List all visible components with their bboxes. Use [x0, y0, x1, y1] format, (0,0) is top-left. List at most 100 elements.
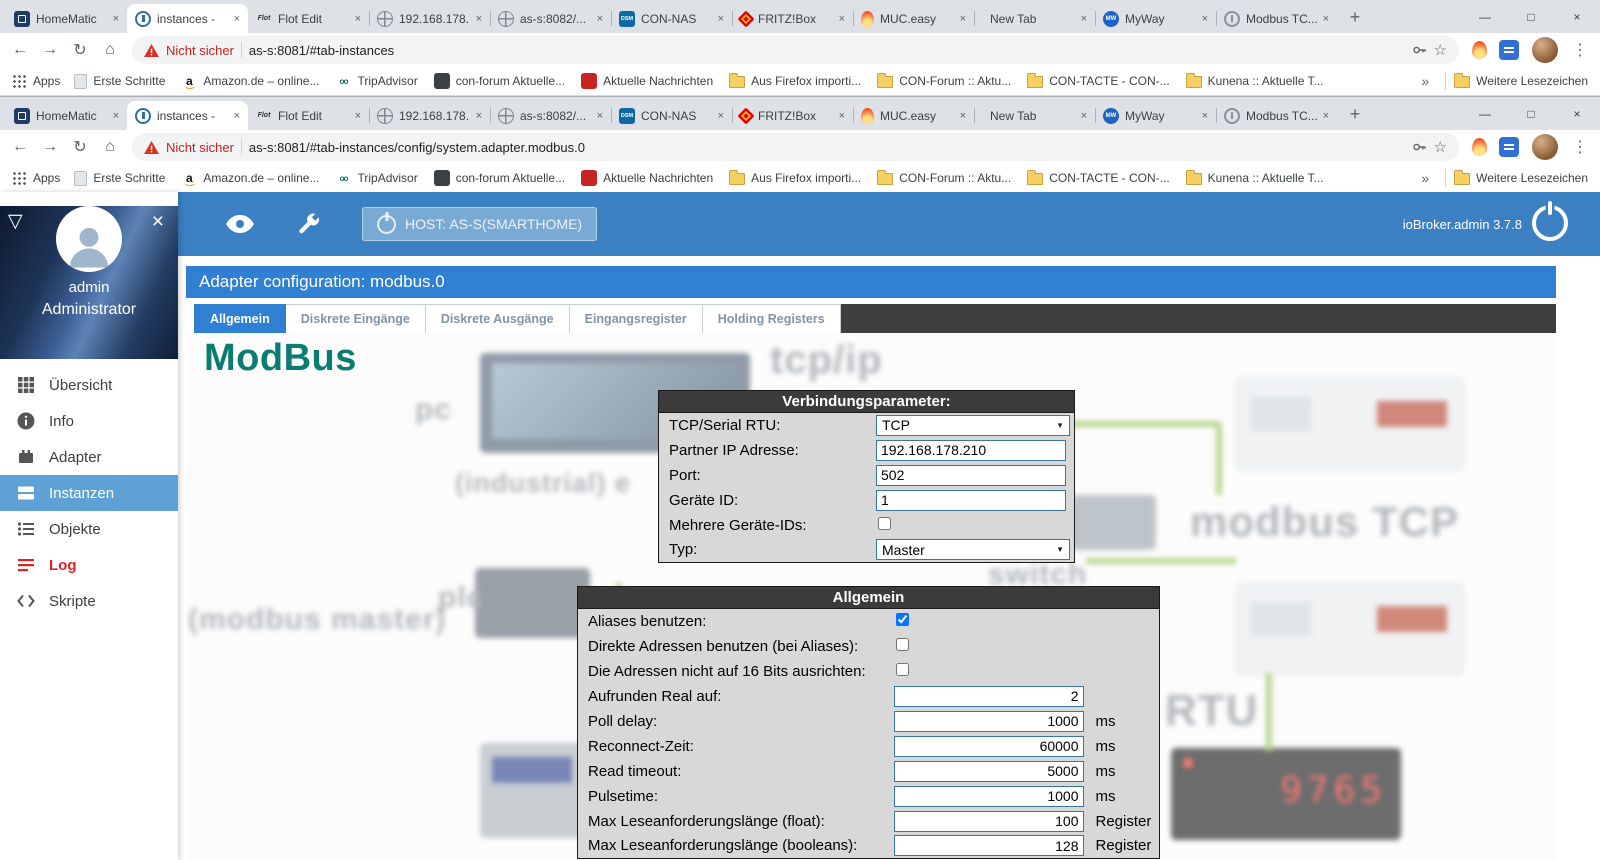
extension-flame-icon[interactable]	[1472, 41, 1487, 59]
tab-close-icon[interactable]: ×	[234, 110, 240, 122]
tab-close-icon[interactable]: ×	[960, 13, 966, 25]
tab-close-icon[interactable]: ×	[718, 13, 724, 25]
sidebar-item-adapter[interactable]: Adapter	[0, 439, 178, 475]
browser-tab[interactable]: MUC.easy×	[853, 4, 974, 33]
bookmark-item[interactable]: Kunena :: Aktuelle T...	[1178, 171, 1332, 185]
config-tab[interactable]: Eingangsregister	[570, 304, 703, 333]
bookmark-item[interactable]: Aktuelle Nachrichten	[573, 170, 721, 186]
bookmark-item[interactable]: CON-TACTE - CON-...	[1019, 171, 1177, 185]
browser-tab[interactable]: MWMyWay×	[1095, 101, 1216, 130]
apps-label[interactable]: Apps	[27, 171, 66, 185]
extension-flame-icon[interactable]	[1472, 138, 1487, 156]
config-tab[interactable]: Diskrete Eingänge	[286, 304, 426, 333]
sidebar-item-log[interactable]: Log	[0, 547, 178, 583]
bookmark-item[interactable]: Erste Schritte	[66, 171, 173, 186]
bookmark-item[interactable]: Kunena :: Aktuelle T...	[1178, 74, 1332, 88]
sidebar-item-objekte[interactable]: Objekte	[0, 511, 178, 547]
forward-button[interactable]: →	[36, 133, 64, 161]
select-field[interactable]: TCP▼	[876, 415, 1070, 436]
browser-menu-icon[interactable]: ⋮	[1566, 36, 1594, 64]
bookmark-star-icon[interactable]: ☆	[1434, 41, 1447, 59]
tab-close-icon[interactable]: ×	[960, 110, 966, 122]
maximize-button[interactable]: □	[1508, 0, 1554, 33]
profile-avatar[interactable]	[1532, 37, 1558, 63]
security-label[interactable]: Nicht sicher	[166, 43, 234, 58]
bookmark-item[interactable]: CON-Forum :: Aktu...	[869, 74, 1019, 88]
browser-tab[interactable]: DSMCON-NAS×	[611, 4, 732, 33]
maximize-button[interactable]: □	[1508, 97, 1554, 130]
back-button[interactable]: ←	[6, 36, 34, 64]
tab-close-icon[interactable]: ×	[718, 110, 724, 122]
bookmark-item[interactable]: Aus Firefox importi...	[721, 171, 869, 185]
address-bar[interactable]: Nicht sicher as-s:8081/#tab-instances/co…	[132, 133, 1459, 161]
bookmark-item[interactable]: con-forum Aktuelle...	[426, 73, 573, 89]
tab-close-icon[interactable]: ×	[597, 110, 603, 122]
browser-tab[interactable]: DSMCON-NAS×	[611, 101, 732, 130]
bookmark-item[interactable]: ooTripAdvisor	[327, 170, 425, 186]
minimize-button[interactable]: —	[1462, 97, 1508, 130]
text-field[interactable]	[894, 835, 1084, 856]
checkbox-field[interactable]	[896, 613, 909, 626]
other-bookmarks-label[interactable]: Weitere Lesezeichen	[1470, 171, 1588, 185]
bookmark-item[interactable]: aAmazon.de – online...	[173, 170, 327, 186]
bookmark-item[interactable]: Aktuelle Nachrichten	[573, 73, 721, 89]
text-field[interactable]	[894, 811, 1084, 832]
apps-grid-icon[interactable]	[12, 74, 27, 89]
browser-tab[interactable]: HomeMatic×	[6, 4, 127, 33]
profile-avatar[interactable]	[1532, 134, 1558, 160]
reload-button[interactable]: ↻	[66, 133, 94, 161]
address-bar[interactable]: Nicht sicher as-s:8081/#tab-instances ☆	[132, 36, 1459, 64]
bookmarks-overflow-chevron[interactable]: »	[1413, 73, 1437, 89]
url-text[interactable]: as-s:8081/#tab-instances	[249, 43, 1404, 58]
config-tab[interactable]: Holding Registers	[703, 304, 841, 333]
select-field[interactable]: Master▼	[876, 539, 1070, 560]
text-field[interactable]	[894, 786, 1084, 807]
checkbox-field[interactable]	[896, 663, 909, 676]
back-button[interactable]: ←	[6, 133, 34, 161]
bookmark-item[interactable]: CON-Forum :: Aktu...	[869, 171, 1019, 185]
browser-tab[interactable]: New Tab×	[974, 4, 1095, 33]
browser-tab[interactable]: FlotFlot Edit×	[248, 4, 369, 33]
minimize-button[interactable]: —	[1462, 0, 1508, 33]
browser-tab[interactable]: FRITZ!Box×	[732, 4, 853, 33]
tab-close-icon[interactable]: ×	[1202, 110, 1208, 122]
browser-tab[interactable]: New Tab×	[974, 101, 1095, 130]
home-button[interactable]: ⌂	[96, 133, 124, 161]
tab-close-icon[interactable]: ×	[839, 110, 845, 122]
browser-tab[interactable]: as-s:8082/...×	[490, 101, 611, 130]
config-tab[interactable]: Allgemein	[194, 304, 286, 333]
forward-button[interactable]: →	[36, 36, 64, 64]
browser-tab[interactable]: FlotFlot Edit×	[248, 101, 369, 130]
bookmark-item[interactable]: Aus Firefox importi...	[721, 74, 869, 88]
key-icon[interactable]	[1411, 42, 1427, 58]
checkbox-field[interactable]	[878, 517, 891, 530]
tab-close-icon[interactable]: ×	[113, 110, 119, 122]
tab-close-icon[interactable]: ×	[355, 110, 361, 122]
browser-tab[interactable]: Modbus TC...×	[1216, 101, 1337, 130]
extension-blue-icon[interactable]	[1499, 40, 1519, 60]
checkbox-field[interactable]	[896, 638, 909, 651]
tab-close-icon[interactable]: ×	[839, 13, 845, 25]
key-icon[interactable]	[1411, 139, 1427, 155]
close-button[interactable]: ×	[1554, 0, 1600, 33]
browser-tab[interactable]: Modbus TC...×	[1216, 4, 1337, 33]
browser-tab[interactable]: instances -×	[127, 4, 248, 33]
apps-label[interactable]: Apps	[27, 74, 66, 88]
collapse-triangle-icon[interactable]: ▽	[8, 210, 23, 233]
wrench-icon[interactable]	[296, 212, 320, 236]
sidebar-item-skripte[interactable]: Skripte	[0, 583, 178, 619]
text-field[interactable]	[894, 736, 1084, 757]
tab-close-icon[interactable]: ×	[1323, 110, 1329, 122]
tab-close-icon[interactable]: ×	[597, 13, 603, 25]
tab-close-icon[interactable]: ×	[476, 110, 482, 122]
config-tab[interactable]: Diskrete Ausgänge	[426, 304, 570, 333]
tab-close-icon[interactable]: ×	[1081, 110, 1087, 122]
tab-close-icon[interactable]: ×	[113, 13, 119, 25]
home-button[interactable]: ⌂	[96, 36, 124, 64]
text-field[interactable]	[876, 440, 1066, 461]
sidebar-item-instanzen[interactable]: Instanzen	[0, 475, 178, 511]
browser-tab[interactable]: HomeMatic×	[6, 101, 127, 130]
host-selector[interactable]: HOST: AS-S(SMARTHOME)	[362, 207, 597, 241]
browser-tab[interactable]: 192.168.178...×	[369, 101, 490, 130]
bookmark-item[interactable]: con-forum Aktuelle...	[426, 170, 573, 186]
